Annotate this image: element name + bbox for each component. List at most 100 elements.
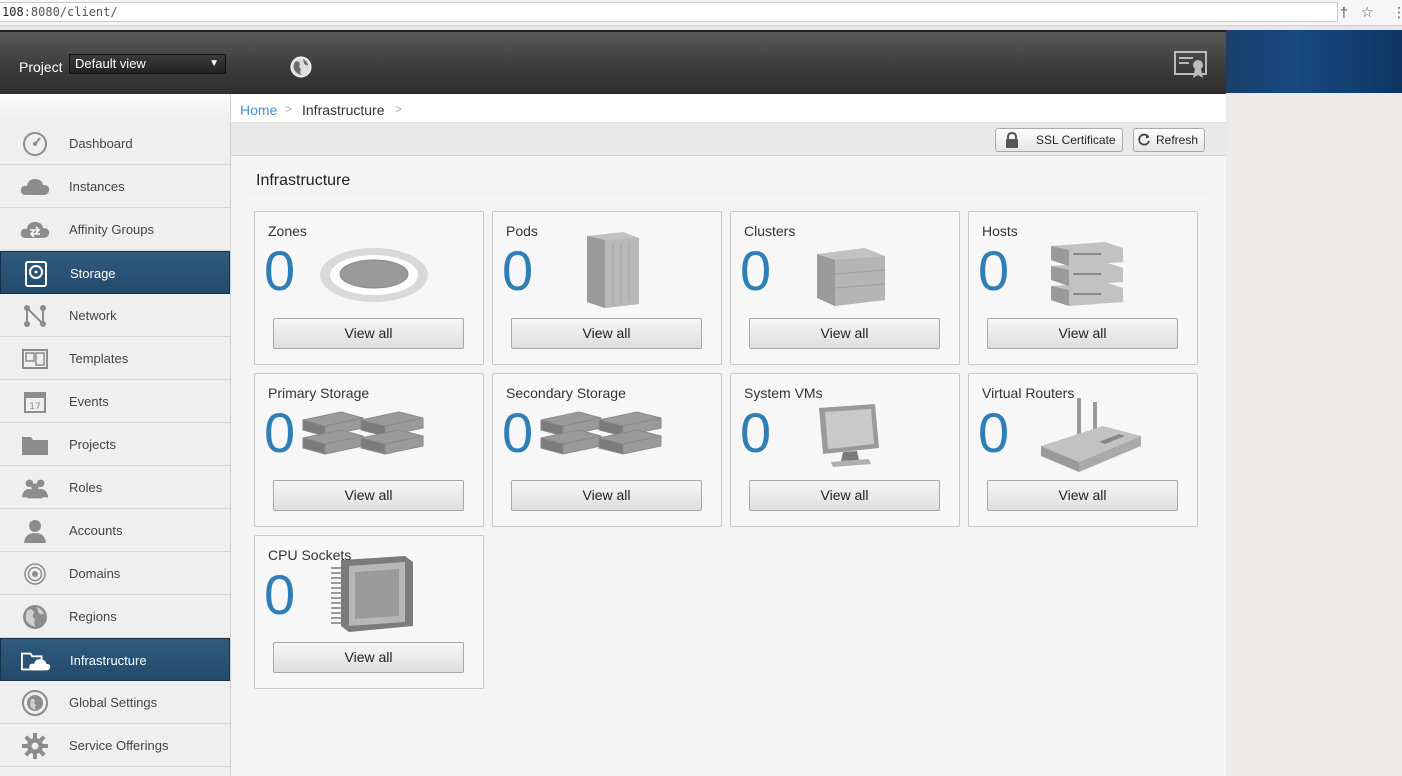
sidebar-item-label: Storage [70, 266, 116, 281]
calendar-icon: 17 [20, 389, 50, 415]
sidebar-item-global-settings[interactable]: Global Settings [0, 681, 230, 724]
sidebar-item-templates[interactable]: Templates [0, 337, 230, 380]
card-count: 0 [264, 563, 296, 626]
roles-icon [20, 475, 50, 501]
globe-settings-icon [20, 690, 50, 716]
storage-disk-icon [21, 261, 51, 287]
card-title: Virtual Routers [982, 385, 1075, 401]
view-all-cpu-sockets-button[interactable]: View all [273, 642, 464, 673]
sidebar-item-label: Infrastructure [70, 653, 147, 668]
card-count: 0 [502, 239, 534, 302]
sidebar-item-affinity-groups[interactable]: Affinity Groups [0, 208, 230, 251]
sidebar-item-label: Regions [69, 609, 117, 624]
view-all-system-vms-button[interactable]: View all [749, 480, 940, 511]
card-count: 0 [740, 239, 772, 302]
sidebar-item-events[interactable]: 17 Events [0, 380, 230, 423]
url-path: :8080/client/ [23, 5, 118, 19]
toolbar: SSL Certificate Refresh [231, 123, 1226, 156]
url-host: 108 [2, 5, 24, 19]
user-icon [20, 518, 50, 544]
view-all-secondary-storage-button[interactable]: View all [511, 480, 702, 511]
sidebar: Dashboard Instances Affinity Groups Storage… [0, 94, 231, 776]
address-field[interactable]: 108:8080/client/ [0, 2, 1338, 22]
sidebar-item-infrastructure[interactable]: Infrastructure [0, 638, 230, 681]
sidebar-item-projects[interactable]: Projects [0, 423, 230, 466]
sidebar-item-domains[interactable]: Domains [0, 552, 230, 595]
sidebar-item-label: Instances [69, 179, 125, 194]
card-count: 0 [740, 401, 772, 464]
sidebar-item-label: Roles [69, 480, 103, 495]
sidebar-item-accounts[interactable]: Accounts [0, 509, 230, 552]
card-count: 0 [978, 239, 1010, 302]
sidebar-item-instances[interactable]: Instances [0, 165, 230, 208]
breadcrumb-separator: > [285, 102, 293, 116]
cluster-box-icon [815, 244, 887, 306]
sidebar-item-regions[interactable]: Regions [0, 595, 230, 638]
browser-url-bar: 108:8080/client/ † ☆ ⋮ [0, 0, 1402, 26]
lock-icon [1006, 132, 1018, 148]
card-title: Primary Storage [268, 385, 370, 401]
project-label: Project [19, 59, 63, 75]
card-pods: Pods 0 View all [492, 211, 722, 365]
view-all-pods-button[interactable]: View all [511, 318, 702, 349]
app-header: Project Default view ▼ [0, 30, 1226, 94]
sidebar-item-service-offerings[interactable]: Service Offerings [0, 724, 230, 767]
router-icon [1039, 396, 1143, 472]
domains-icon [20, 561, 50, 587]
sidebar-item-storage[interactable]: Storage [0, 251, 230, 294]
dashboard-icon [20, 131, 50, 157]
globe-icon [20, 604, 50, 630]
card-clusters: Clusters 0 View all [730, 211, 960, 365]
sidebar-item-label: Dashboard [69, 136, 133, 151]
card-title: Hosts [982, 223, 1018, 239]
project-select-value: Default view [75, 56, 146, 71]
view-all-virtual-routers-button[interactable]: View all [987, 480, 1178, 511]
breadcrumb-home[interactable]: Home [240, 102, 277, 118]
sidebar-item-roles[interactable]: Roles [0, 466, 230, 509]
breadcrumb-current[interactable]: Infrastructure [302, 102, 384, 118]
sidebar-item-label: Service Offerings [69, 738, 169, 753]
certificate-icon[interactable] [1174, 51, 1207, 79]
star-icon[interactable]: ☆ [1361, 3, 1374, 21]
project-select[interactable]: Default view ▼ [69, 54, 226, 74]
ssl-certificate-label: SSL Certificate [1036, 133, 1116, 147]
sidebar-item-label: Affinity Groups [69, 222, 155, 237]
view-all-zones-button[interactable]: View all [273, 318, 464, 349]
sidebar-item-dashboard[interactable]: Dashboard [0, 122, 230, 165]
primary-storage-icon [301, 408, 427, 456]
chevron-down-icon: ▼ [209, 58, 219, 69]
pod-rack-icon [583, 230, 643, 310]
refresh-label: Refresh [1156, 133, 1199, 147]
view-all-hosts-button[interactable]: View all [987, 318, 1178, 349]
folder-icon [20, 432, 50, 458]
sidebar-item-network[interactable]: Network [0, 294, 230, 337]
breadcrumb-separator: > [395, 102, 403, 116]
section-header [246, 170, 1208, 196]
cloud-icon [20, 174, 50, 200]
view-all-primary-storage-button[interactable]: View all [273, 480, 464, 511]
card-title: System VMs [744, 385, 823, 401]
gear-icon [20, 733, 50, 759]
sidebar-item-label: Templates [69, 351, 129, 366]
view-all-clusters-button[interactable]: View all [749, 318, 940, 349]
svg-text:17: 17 [29, 402, 40, 412]
menu-dots-icon[interactable]: ⋮ [1392, 3, 1402, 21]
globe-icon[interactable] [290, 56, 312, 78]
main-content: Home > Infrastructure > SSL Certificate … [231, 94, 1226, 776]
refresh-button[interactable]: Refresh [1133, 128, 1205, 152]
infrastructure-icon [21, 648, 51, 674]
sidebar-top [0, 94, 230, 122]
ssl-certificate-button[interactable]: SSL Certificate [995, 128, 1123, 152]
card-title: Clusters [744, 223, 796, 239]
sidebar-item-label: Projects [69, 437, 116, 452]
card-count: 0 [264, 239, 296, 302]
key-icon[interactable]: † [1340, 3, 1348, 21]
refresh-icon [1138, 133, 1150, 146]
card-hosts: Hosts 0 View all [968, 211, 1198, 365]
network-icon [20, 303, 50, 329]
card-count: 0 [502, 401, 534, 464]
card-title: Zones [268, 223, 307, 239]
affinity-cloud-icon [20, 217, 50, 243]
card-title: CPU Sockets [268, 547, 352, 563]
sidebar-item-label: Events [69, 394, 109, 409]
